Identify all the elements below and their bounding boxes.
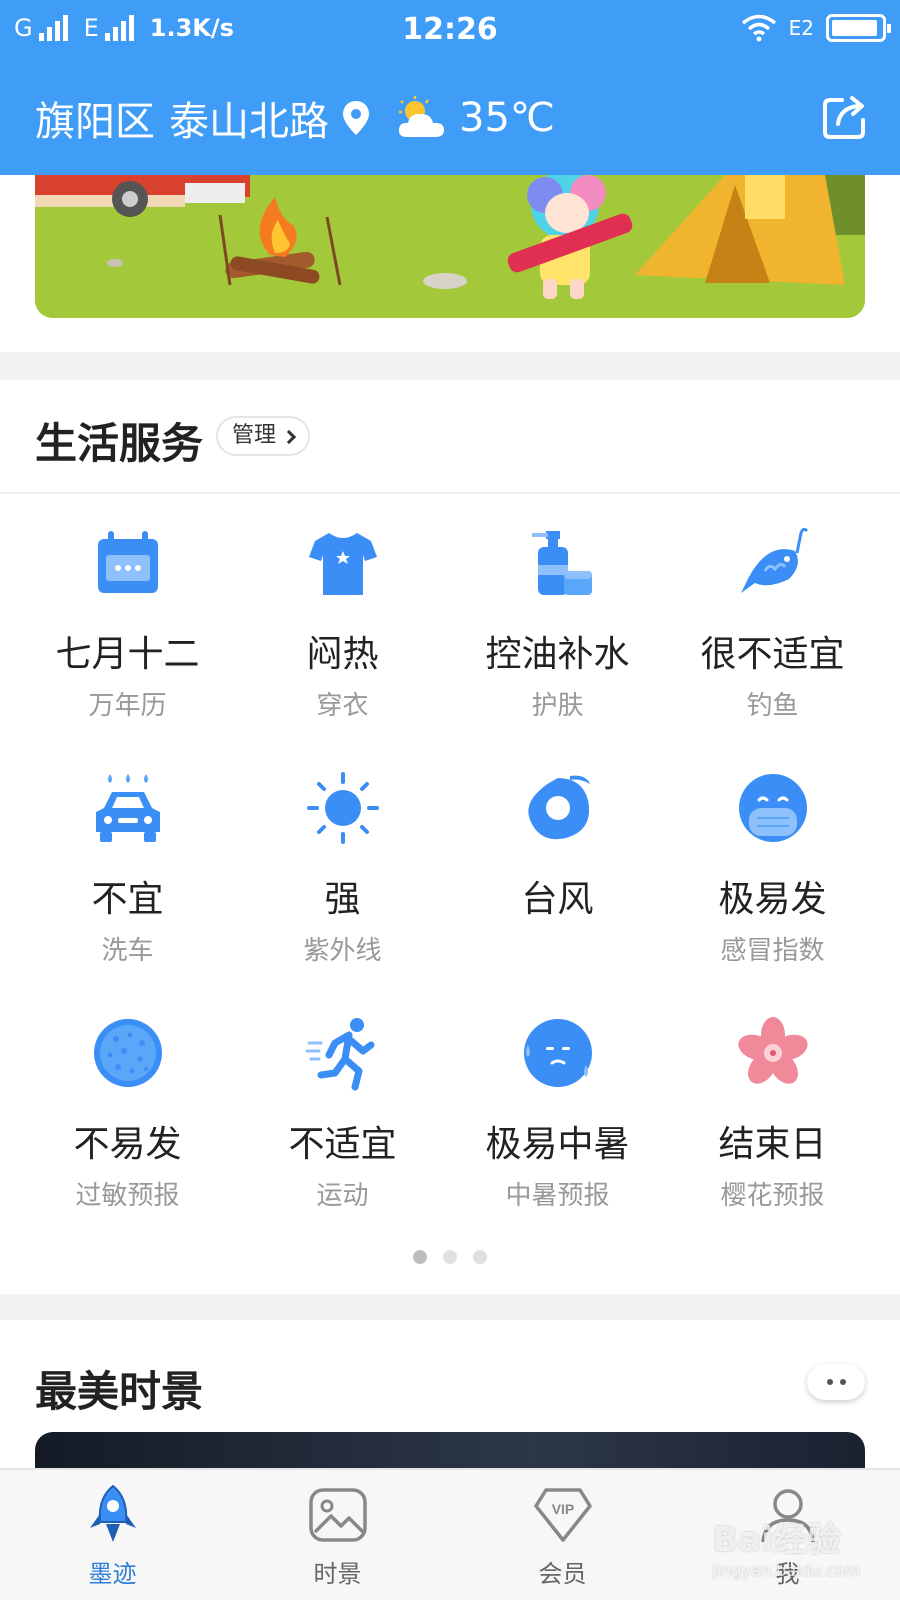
skincare-icon bbox=[532, 531, 592, 595]
tab-scenery[interactable]: 时景 bbox=[225, 1484, 450, 1599]
service-value: 不适宜 bbox=[288, 1124, 397, 1165]
service-fishing[interactable]: 很不适宜 钓鱼 bbox=[665, 525, 880, 770]
service-label: 运动 bbox=[316, 1181, 369, 1211]
service-allergy[interactable]: 不易发 过敏预报 bbox=[20, 1015, 235, 1260]
service-value: 闷热 bbox=[306, 634, 379, 675]
service-label: 洗车 bbox=[101, 936, 154, 966]
wifi-icon bbox=[741, 14, 776, 42]
location-pin-icon bbox=[343, 101, 369, 135]
more-options-button[interactable] bbox=[807, 1364, 865, 1400]
pollen-icon bbox=[94, 1019, 162, 1087]
service-label: 中暑预报 bbox=[505, 1181, 610, 1211]
banner-card bbox=[0, 175, 900, 352]
page-dot[interactable] bbox=[413, 1250, 427, 1264]
watermark: Bai经验 jingyan.baidu.com bbox=[712, 1512, 860, 1580]
temperature: 35℃ bbox=[459, 95, 555, 141]
service-skincare[interactable]: 控油补水 护肤 bbox=[450, 525, 665, 770]
sun-icon bbox=[307, 772, 379, 844]
district-name: 旗阳区 bbox=[35, 99, 155, 145]
tab-label: 会员 bbox=[538, 1560, 587, 1588]
services-title: 生活服务 bbox=[35, 419, 204, 468]
service-value: 强 bbox=[324, 879, 361, 920]
tab-label: 墨迹 bbox=[88, 1560, 137, 1588]
service-cold[interactable]: 极易发 感冒指数 bbox=[665, 770, 880, 1015]
scenery-title: 最美时景 bbox=[35, 1367, 204, 1416]
service-carwash[interactable]: 不宜 洗车 bbox=[20, 770, 235, 1015]
typhoon-icon bbox=[528, 775, 590, 840]
service-label: 过敏预报 bbox=[75, 1181, 180, 1211]
services-header: 生活服务 管理 bbox=[0, 380, 900, 494]
service-label: 护肤 bbox=[531, 691, 584, 721]
network-type: E2 bbox=[788, 16, 814, 40]
mask-icon bbox=[739, 774, 807, 842]
service-value: 结束日 bbox=[718, 1124, 827, 1165]
partly-cloudy-icon bbox=[398, 96, 444, 137]
watermark-url: jingyan.baidu.com bbox=[712, 1561, 860, 1580]
battery-icon bbox=[826, 14, 891, 42]
page-dot[interactable] bbox=[443, 1250, 457, 1264]
best-scenery-section: 最美时景 bbox=[0, 1320, 900, 1492]
bottom-tab-bar: 墨迹 时景 VIP 会员 我 Bai经验 jingyan.baidu.com bbox=[0, 1468, 900, 1600]
page-indicator bbox=[0, 1250, 900, 1264]
service-calendar[interactable]: 七月十二 万年历 bbox=[20, 525, 235, 770]
service-value: 不易发 bbox=[73, 1124, 182, 1165]
service-value: 控油补水 bbox=[485, 634, 630, 675]
service-label: 樱花预报 bbox=[720, 1181, 825, 1211]
service-value: 七月十二 bbox=[55, 634, 200, 675]
status-right: E2 bbox=[741, 14, 891, 42]
rocket-icon bbox=[89, 1484, 136, 1542]
chevron-right-icon bbox=[281, 429, 297, 445]
service-label: 紫外线 bbox=[303, 936, 382, 966]
page-dot[interactable] bbox=[473, 1250, 487, 1264]
manage-button[interactable]: 管理 bbox=[216, 416, 311, 456]
promo-banner[interactable] bbox=[35, 175, 865, 318]
service-label: 万年历 bbox=[88, 691, 167, 721]
share-icon[interactable] bbox=[820, 92, 870, 142]
fish-icon bbox=[741, 527, 809, 593]
status-bar: G E 1.3K/s 12:26 E2 bbox=[0, 0, 900, 62]
manage-label: 管理 bbox=[232, 423, 277, 448]
service-value: 极易中暑 bbox=[485, 1124, 630, 1165]
service-label: 感冒指数 bbox=[720, 936, 825, 966]
heatstroke-face-icon bbox=[524, 1019, 592, 1087]
service-value: 不宜 bbox=[91, 879, 164, 920]
service-label: 穿衣 bbox=[316, 691, 369, 721]
service-value: 极易发 bbox=[718, 879, 827, 920]
life-services-section: 生活服务 管理 七月十二 万年历 闷热 穿衣 控油补水 护肤 很不适宜 钓鱼 不… bbox=[0, 380, 900, 1294]
location-bar[interactable]: 旗阳区 泰山北路 35℃ bbox=[35, 88, 555, 148]
service-sport[interactable]: 不适宜 运动 bbox=[235, 1015, 450, 1260]
service-value: 台风 bbox=[521, 879, 594, 920]
picture-icon bbox=[308, 1488, 367, 1542]
runner-icon bbox=[305, 1018, 375, 1091]
service-sakura[interactable]: 结束日 樱花预报 bbox=[665, 1015, 880, 1260]
tab-moji[interactable]: 墨迹 bbox=[0, 1484, 225, 1599]
service-value: 很不适宜 bbox=[700, 634, 845, 675]
service-typhoon[interactable]: 台风 bbox=[450, 770, 665, 1015]
tab-label: 时景 bbox=[313, 1560, 362, 1588]
road-name: 泰山北路 bbox=[169, 99, 329, 145]
vip-diamond-icon: VIP bbox=[533, 1488, 592, 1542]
service-label: 钓鱼 bbox=[746, 691, 799, 721]
service-heatstroke[interactable]: 极易中暑 中暑预报 bbox=[450, 1015, 665, 1260]
service-uv[interactable]: 强 紫外线 bbox=[235, 770, 450, 1015]
camping-illustration bbox=[35, 175, 865, 318]
calendar-icon bbox=[98, 531, 158, 593]
car-wash-icon bbox=[96, 774, 160, 842]
cherry-blossom-icon bbox=[738, 1017, 808, 1084]
svg-text:VIP: VIP bbox=[551, 1501, 574, 1517]
tab-vip[interactable]: VIP 会员 bbox=[450, 1484, 675, 1599]
app-header: G E 1.3K/s 12:26 E2 旗阳区 泰山北路 35℃ bbox=[0, 0, 900, 175]
watermark-text: Bai经验 bbox=[712, 1520, 841, 1560]
tshirt-icon bbox=[309, 533, 377, 595]
service-clothing[interactable]: 闷热 穿衣 bbox=[235, 525, 450, 770]
